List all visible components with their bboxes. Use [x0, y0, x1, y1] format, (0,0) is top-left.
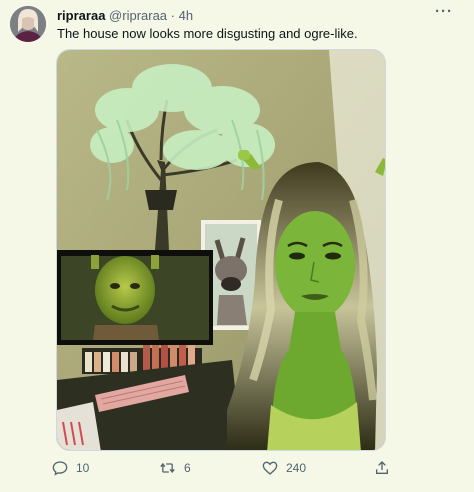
like-button[interactable]: 240 — [262, 458, 306, 478]
share-button[interactable] — [374, 458, 390, 478]
retweet-icon — [159, 460, 176, 476]
reply-icon — [52, 460, 68, 476]
tweet-actions: 10 6 240 — [52, 458, 402, 478]
retweet-count: 6 — [184, 461, 191, 475]
more-horizontal-icon[interactable]: ··· — [432, 4, 456, 25]
like-count: 240 — [286, 461, 307, 475]
tweet-image[interactable] — [56, 49, 386, 451]
retweet-button[interactable]: 6 — [159, 458, 191, 478]
tweet[interactable]: ripraraa @ripraraa · 4h ··· The house no… — [0, 0, 474, 492]
tweet-header: ripraraa @ripraraa · 4h — [57, 8, 193, 24]
avatar[interactable] — [10, 6, 46, 42]
display-name[interactable]: ripraraa — [57, 8, 105, 23]
tweet-text: The house now looks more disgusting and … — [57, 26, 358, 41]
timestamp[interactable]: 4h — [179, 8, 193, 23]
user-handle[interactable]: @ripraraa — [109, 8, 167, 23]
heart-icon — [262, 460, 278, 476]
reply-button[interactable]: 10 — [52, 458, 89, 478]
reply-count: 10 — [76, 461, 90, 475]
separator-dot: · — [170, 8, 176, 23]
share-icon — [374, 460, 390, 476]
